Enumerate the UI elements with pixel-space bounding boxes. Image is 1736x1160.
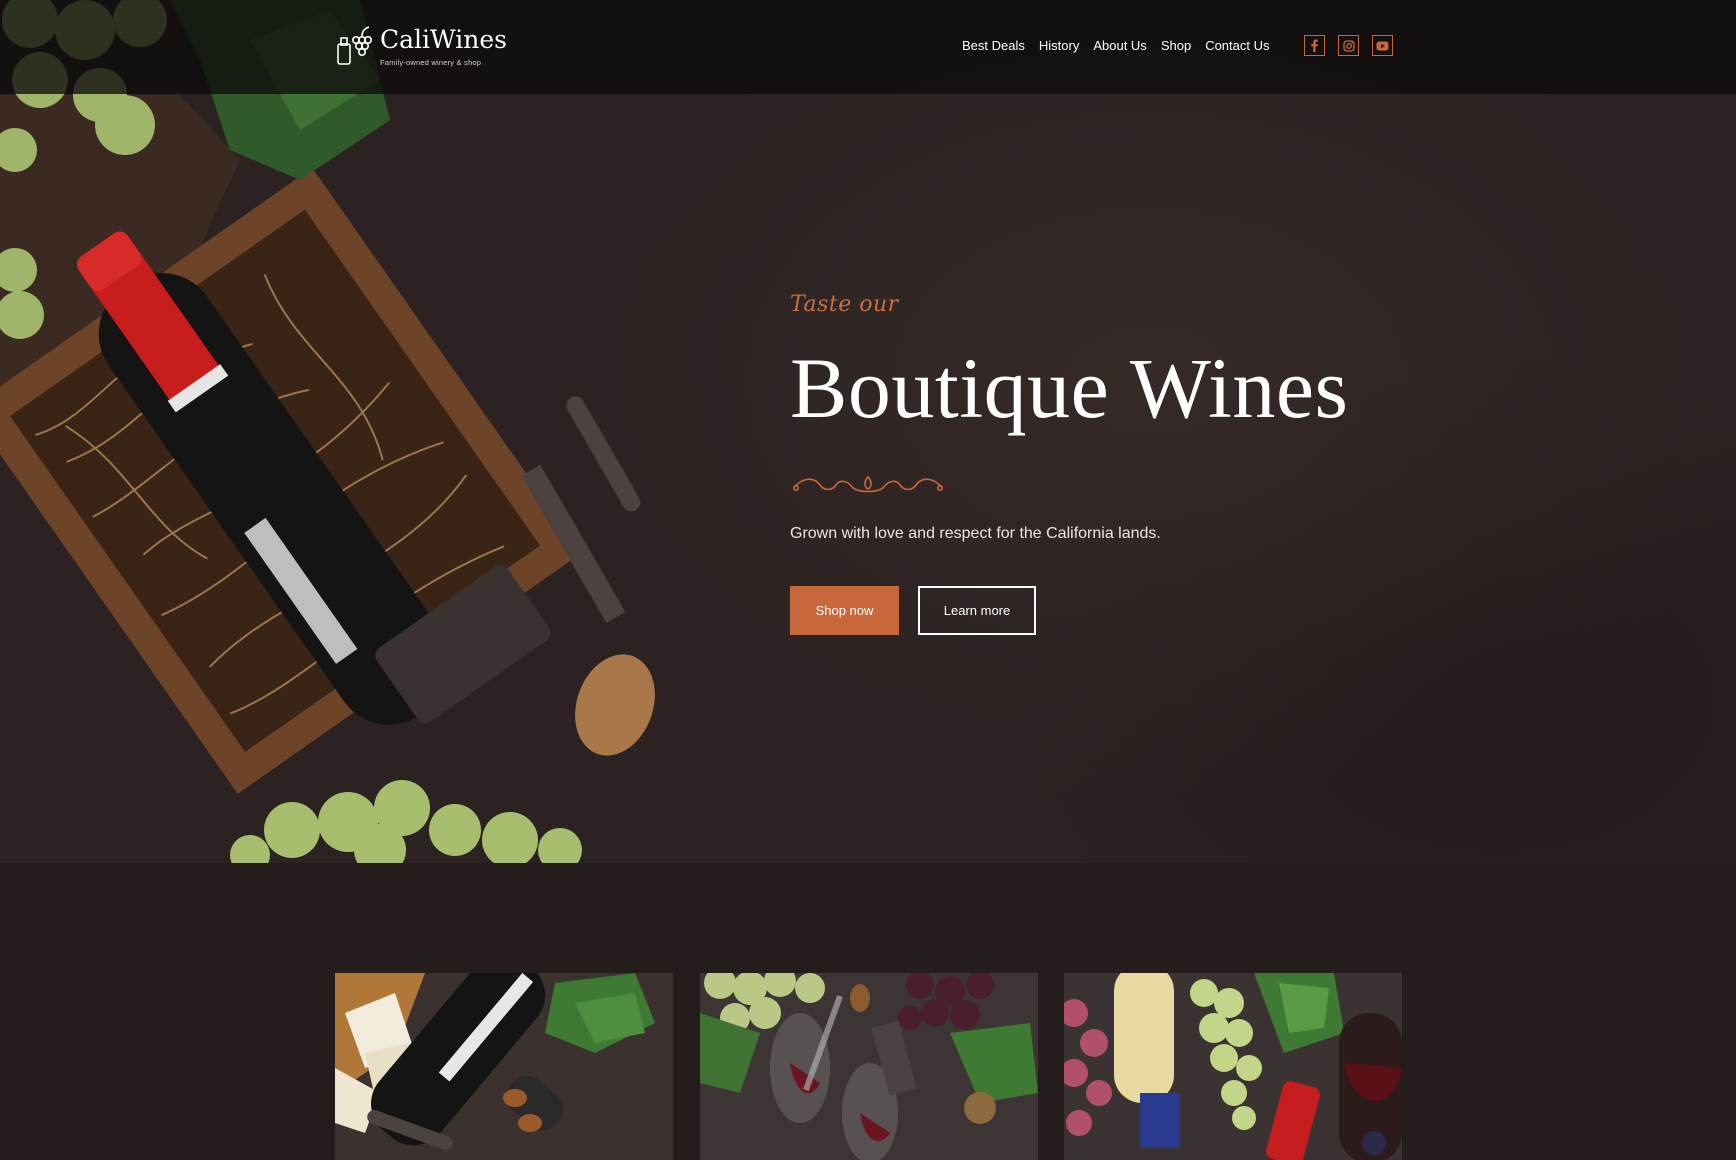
youtube-icon[interactable] — [1372, 35, 1393, 56]
top-navigation-bar: CaliWines Family-owned winery & shop Bes… — [0, 0, 1736, 94]
social-links — [1304, 35, 1393, 56]
hero-kicker: Taste our — [790, 292, 899, 317]
ornament-divider-icon — [792, 475, 944, 493]
product-image-card-bottles[interactable] — [1064, 973, 1402, 1160]
product-image-card-cheese[interactable] — [335, 973, 673, 1160]
nav-item-best-deals[interactable]: Best Deals — [962, 38, 1025, 53]
brand-logo[interactable]: CaliWines Family-owned winery & shop — [334, 24, 507, 68]
hero-subtitle: Grown with love and respect for the Cali… — [790, 525, 1161, 542]
shop-now-button[interactable]: Shop now — [790, 586, 899, 635]
hero-title: Boutique Wines — [790, 340, 1349, 436]
learn-more-button[interactable]: Learn more — [918, 586, 1036, 635]
nav-item-shop[interactable]: Shop — [1161, 38, 1191, 53]
brand-tagline: Family-owned winery & shop — [380, 58, 482, 67]
grape-bottle-logo-icon — [337, 26, 372, 65]
main-nav: Best Deals History About Us Shop Contact… — [962, 38, 1284, 53]
product-image-card-glasses[interactable] — [700, 973, 1038, 1160]
wine-bottles-grapes-photo — [1064, 973, 1402, 1160]
wine-glasses-photo — [700, 973, 1038, 1160]
nav-item-about-us[interactable]: About Us — [1093, 38, 1146, 53]
facebook-icon[interactable] — [1304, 35, 1325, 56]
brand-name: CaliWines — [380, 25, 508, 54]
hero-section: CaliWines Family-owned winery & shop Bes… — [0, 0, 1736, 863]
instagram-icon[interactable] — [1338, 35, 1359, 56]
nav-item-contact-us[interactable]: Contact Us — [1205, 38, 1269, 53]
hero-image — [0, 0, 655, 863]
cheese-wine-photo — [335, 973, 673, 1160]
nav-item-history[interactable]: History — [1039, 38, 1079, 53]
